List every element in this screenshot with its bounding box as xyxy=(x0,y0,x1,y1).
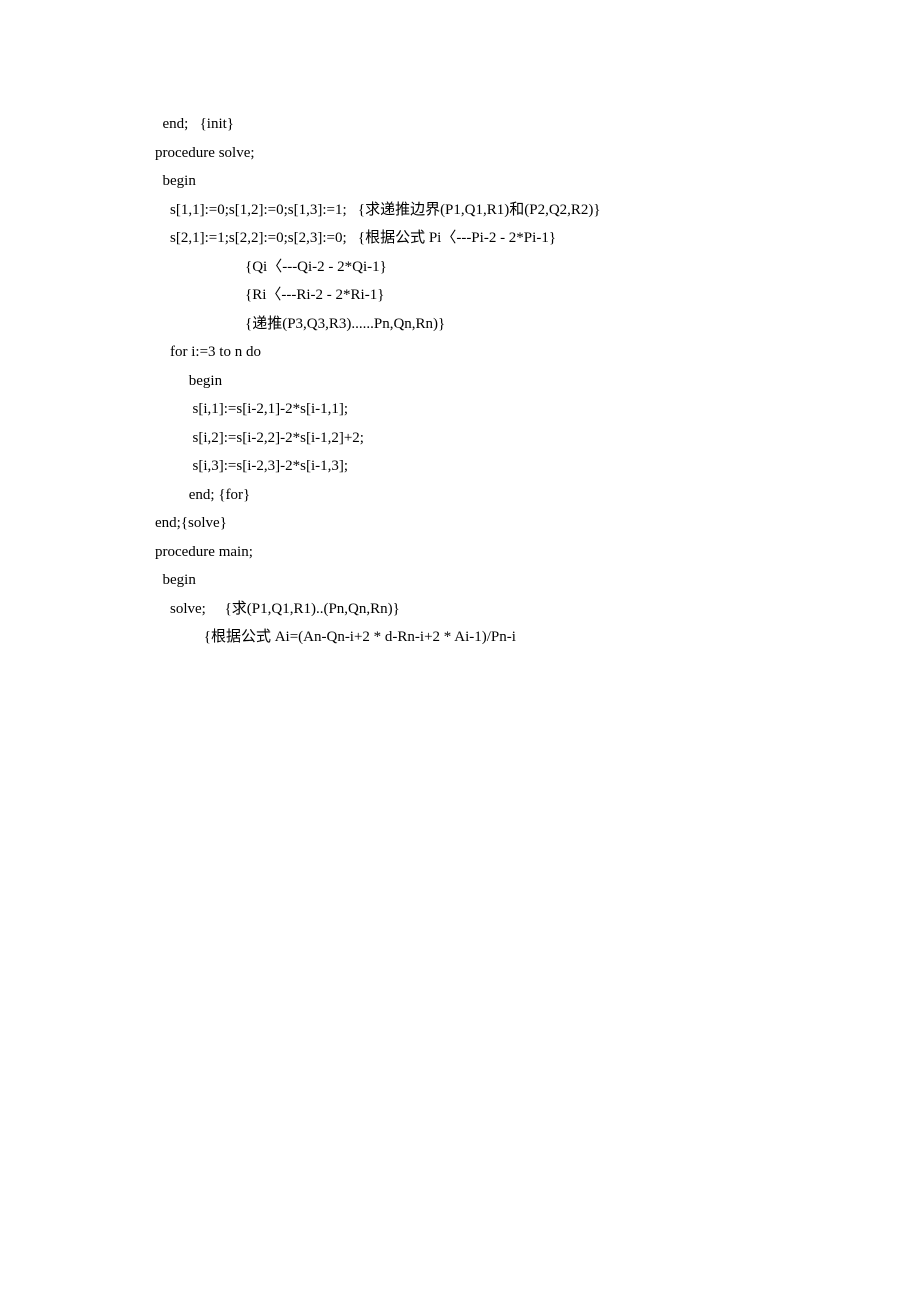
code-line: s[2,1]:=1;s[2,2]:=0;s[2,3]:=0; {根据公式 Pi〈… xyxy=(155,224,820,253)
code-page: end; {init} procedure solve; begin s[1,1… xyxy=(0,0,920,652)
code-line: end; {init} xyxy=(155,110,820,139)
code-line: s[i,2]:=s[i-2,2]-2*s[i-1,2]+2; xyxy=(155,424,820,453)
code-line: begin xyxy=(155,367,820,396)
code-line: s[i,3]:=s[i-2,3]-2*s[i-1,3]; xyxy=(155,452,820,481)
code-line: begin xyxy=(155,167,820,196)
code-line: for i:=3 to n do xyxy=(155,338,820,367)
code-line: procedure main; xyxy=(155,538,820,567)
code-line: s[i,1]:=s[i-2,1]-2*s[i-1,1]; xyxy=(155,395,820,424)
code-line: {根据公式 Ai=(An-Qn-i+2 * d-Rn-i+2 * Ai-1)/P… xyxy=(155,623,820,652)
code-line: end; {for} xyxy=(155,481,820,510)
code-line: {Ri〈---Ri-2 - 2*Ri-1} xyxy=(155,281,820,310)
code-line: begin xyxy=(155,566,820,595)
code-line: {Qi〈---Qi-2 - 2*Qi-1} xyxy=(155,253,820,282)
code-line: procedure solve; xyxy=(155,139,820,168)
code-line: solve; {求(P1,Q1,R1)..(Pn,Qn,Rn)} xyxy=(155,595,820,624)
code-line: s[1,1]:=0;s[1,2]:=0;s[1,3]:=1; {求递推边界(P1… xyxy=(155,196,820,225)
code-line: {递推(P3,Q3,R3)......Pn,Qn,Rn)} xyxy=(155,310,820,339)
code-line: end;{solve} xyxy=(155,509,820,538)
